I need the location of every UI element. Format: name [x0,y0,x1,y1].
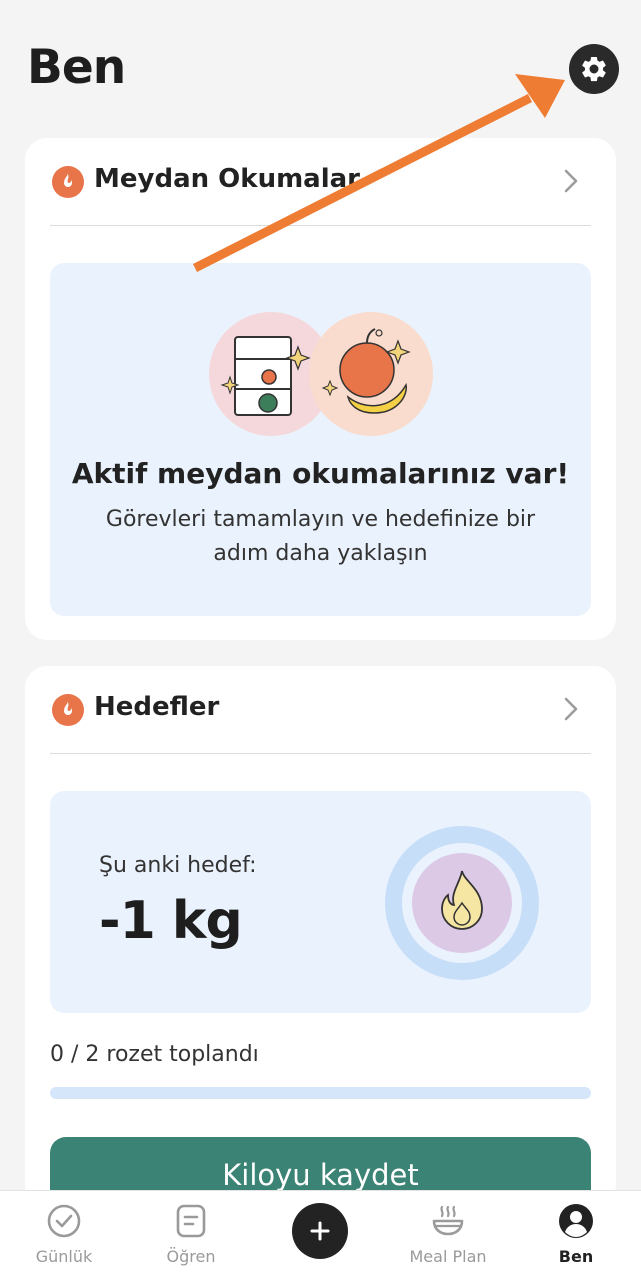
badges-progress-bar [50,1087,591,1099]
current-goal-panel[interactable]: Şu anki hedef: -1 kg [50,791,591,1013]
active-challenges-panel[interactable]: Aktif meydan okumalarınız var! Görevleri… [50,263,591,616]
challenges-subtitle: Görevleri tamamlayın ve hedefinize bir a… [105,507,536,566]
check-circle-icon [47,1204,81,1238]
plus-icon [310,1221,330,1241]
fire-icon [52,166,84,198]
divider [50,225,591,226]
challenges-header[interactable]: Meydan Okumalar [25,138,616,226]
bowl-icon [432,1205,464,1236]
tab-label: Öğren [166,1247,216,1266]
goal-flame-badge [385,826,539,980]
notepad-icon [176,1204,206,1238]
fire-icon [52,694,84,726]
challenges-card: Meydan Okumalar Aktif meydan okumalarını… [25,138,616,640]
tab-ben[interactable]: Ben [526,1191,626,1280]
current-goal-value: -1 kg [99,891,243,951]
gear-icon [582,56,606,82]
page-title: Ben [27,40,126,95]
current-goal-label: Şu anki hedef: [99,853,257,878]
challenges-title: Meydan Okumalar [94,164,360,194]
goals-title: Hedefler [94,692,220,722]
tab-ogren[interactable]: Öğren [141,1191,241,1280]
goals-header[interactable]: Hedefler [25,666,616,754]
chevron-right-icon [564,697,578,721]
challenge-illustration [209,312,433,436]
chevron-right-icon [564,169,578,193]
badges-progress-text: 0 / 2 rozet toplandı [50,1042,259,1067]
goals-card: Hedefler Şu anki hedef: -1 kg 0 / 2 roze… [25,666,616,1213]
tab-label: Ben [558,1247,594,1266]
settings-button[interactable] [569,44,619,94]
tab-meal-plan[interactable]: Meal Plan [398,1191,498,1280]
tab-gunluk[interactable]: Günlük [14,1191,114,1280]
bottom-tab-bar: Günlük Öğren Meal Plan Ben [0,1190,641,1280]
add-button[interactable] [292,1203,348,1259]
header: Ben [0,0,641,130]
user-icon [559,1204,593,1238]
tab-label: Meal Plan [409,1247,487,1266]
divider [50,753,591,754]
tab-label: Günlük [35,1247,93,1266]
challenges-heading: Aktif meydan okumalarınız var! [71,457,570,490]
